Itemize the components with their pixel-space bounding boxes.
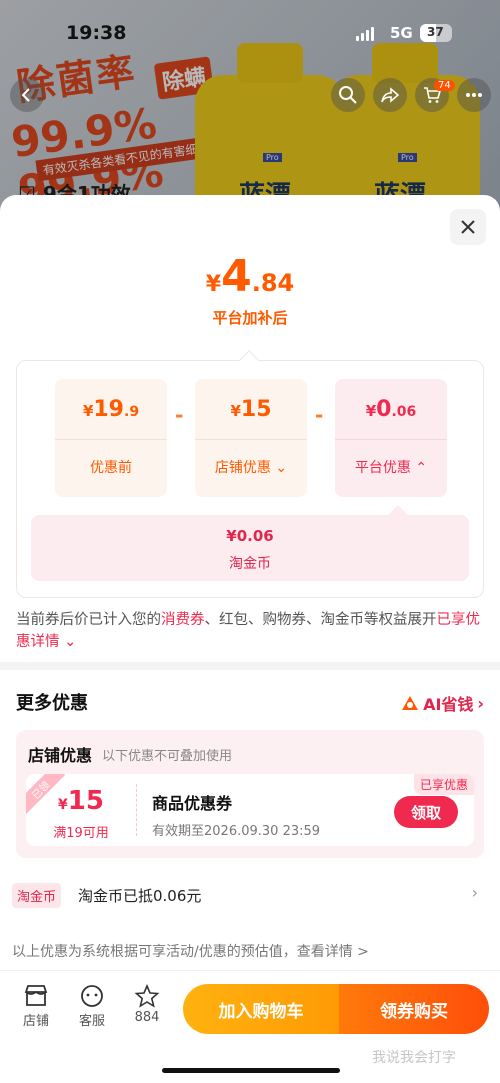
cart-count-badge: 74 [434,80,455,91]
platform-discount-decimal: .06 [391,404,417,420]
price-currency: ¥ [205,272,222,297]
close-button[interactable] [450,209,486,245]
taojinbi-tag: 淘金币 [12,883,62,908]
price-detail-sheet: ¥4.84 平台加补后 ¥19.9 优惠前 - ¥15 店铺优惠 ⌄ - ¥0.… [0,195,500,1083]
divider [0,970,500,971]
store-discount-label: 店铺优惠 [214,460,271,476]
ai-save-link[interactable]: AI省钱 › [401,691,484,715]
chevron-up-icon: ⌃ [415,460,428,476]
close-icon [461,220,475,234]
coupon-name: 商品优惠券 [152,794,233,813]
add-to-cart-button[interactable]: 加入购物车 [183,984,339,1034]
original-price-label: 优惠前 [90,460,132,476]
back-button[interactable] [10,78,44,112]
coupon-amount: 15 [67,786,104,816]
more-dots-icon [466,93,482,97]
store-discount-amount: 15 [240,397,272,422]
currency: ¥ [230,402,241,420]
currency: ¥ [82,402,94,420]
home-indicator[interactable] [162,1068,340,1073]
price-integer: 4 [221,251,252,302]
battery-level: 37 [427,25,444,39]
store-label: 店铺 [22,1014,49,1029]
ai-save-label: AI省钱 [423,695,474,714]
platform-discount-label: 平台优惠 [354,460,411,476]
claim-coupon-button[interactable]: 领取 [394,796,458,828]
store-offers-card: 店铺优惠 以下优惠不可叠加使用 已领 ¥15 满19可用 商品优惠券 有效期至2… [16,730,484,858]
store-icon [24,985,48,1006]
price-label: 平台加补后 [212,309,288,327]
share-button[interactable] [373,78,407,112]
price-decimal: .84 [251,269,295,297]
chevron-right-icon: › [477,693,484,713]
store-offers-title: 店铺优惠 [28,746,93,765]
store-offers-subtitle: 以下优惠不可叠加使用 [102,749,233,764]
taojinbi-value: ¥0.06 [226,527,274,545]
original-price-cell: ¥19.9 优惠前 [55,379,167,497]
battery-icon: 37 [420,24,452,42]
note-text: 、红包、购物券、淘金币等权益展开 [204,612,437,628]
chevron-down-icon[interactable]: ⌄ [60,634,76,650]
final-price: ¥4.84 [0,251,500,302]
search-button[interactable] [331,78,365,112]
store-discount-cell[interactable]: ¥15 店铺优惠 ⌄ [195,379,307,497]
more-button[interactable] [457,78,491,112]
store-nav[interactable]: 店铺 [14,982,58,1029]
minus-sign: - [315,403,324,427]
platform-discount-cell[interactable]: ¥0.06 平台优惠 ⌃ [335,379,447,497]
coupon-card: 已领 ¥15 满19可用 商品优惠券 有效期至2026.09.30 23:59 … [26,774,474,846]
note-text: 当前券后价已计入您的 [16,612,161,628]
taojinbi-row[interactable]: 淘金币 淘金币已抵0.06元 › [12,881,488,911]
claim-and-buy-button[interactable]: 领券购买 [339,984,489,1034]
bottom-action-bar: 店铺 客服 884 加入购物车 领券购买 [0,982,500,1044]
network-type: 5G [390,24,413,42]
platform-discount-integer: 0 [376,397,392,422]
currency: ¥ [365,402,377,420]
watermark: 我说我会打字 [372,1050,456,1066]
coupon-status-badge: 已享优惠 [413,774,474,795]
customer-service-icon [81,985,103,1007]
status-time: 19:38 [66,22,127,44]
original-price-integer: 19 [93,397,124,422]
price-breakdown: ¥19.9 优惠前 - ¥15 店铺优惠 ⌄ - ¥0.06 平台优惠 ⌃ ¥0… [16,350,484,598]
minus-sign: - [175,403,184,427]
taojinbi-label: 淘金币 [229,556,271,572]
coupon-validity: 有效期至2026.09.30 23:59 [152,824,321,839]
ai-logo-icon [402,696,419,710]
search-icon [339,86,357,104]
signal-icon [356,27,374,41]
coupon-condition: 满19可用 [53,826,109,841]
price-note: 当前券后价已计入您的消费券、红包、购物券、淘金币等权益展开已享优惠详情 ⌄ [16,609,486,653]
chevron-down-icon: ⌄ [275,460,288,476]
favorite-nav[interactable]: 884 [125,982,169,1025]
original-price-decimal: .9 [124,404,140,420]
disclaimer-link[interactable]: 以上优惠为系统根据可享活动/优惠的预估值，查看详情 > [12,941,369,961]
consumer-coupon-link[interactable]: 消费券 [161,612,205,628]
service-label: 客服 [78,1014,105,1029]
more-offers-title: 更多优惠 [16,693,88,714]
star-icon [134,984,160,1008]
back-arrow-icon [21,88,30,102]
status-bar: 19:38 5G 37 [0,0,500,52]
share-icon [381,87,400,103]
favorites-count: 884 [134,1010,160,1025]
taojinbi-detail: ¥0.06 淘金币 [31,505,469,581]
currency: ¥ [58,797,68,813]
service-nav[interactable]: 客服 [70,982,114,1029]
taojinbi-text: 淘金币已抵0.06元 [78,887,202,905]
chevron-right-icon: › [471,883,478,902]
divider [0,662,500,670]
